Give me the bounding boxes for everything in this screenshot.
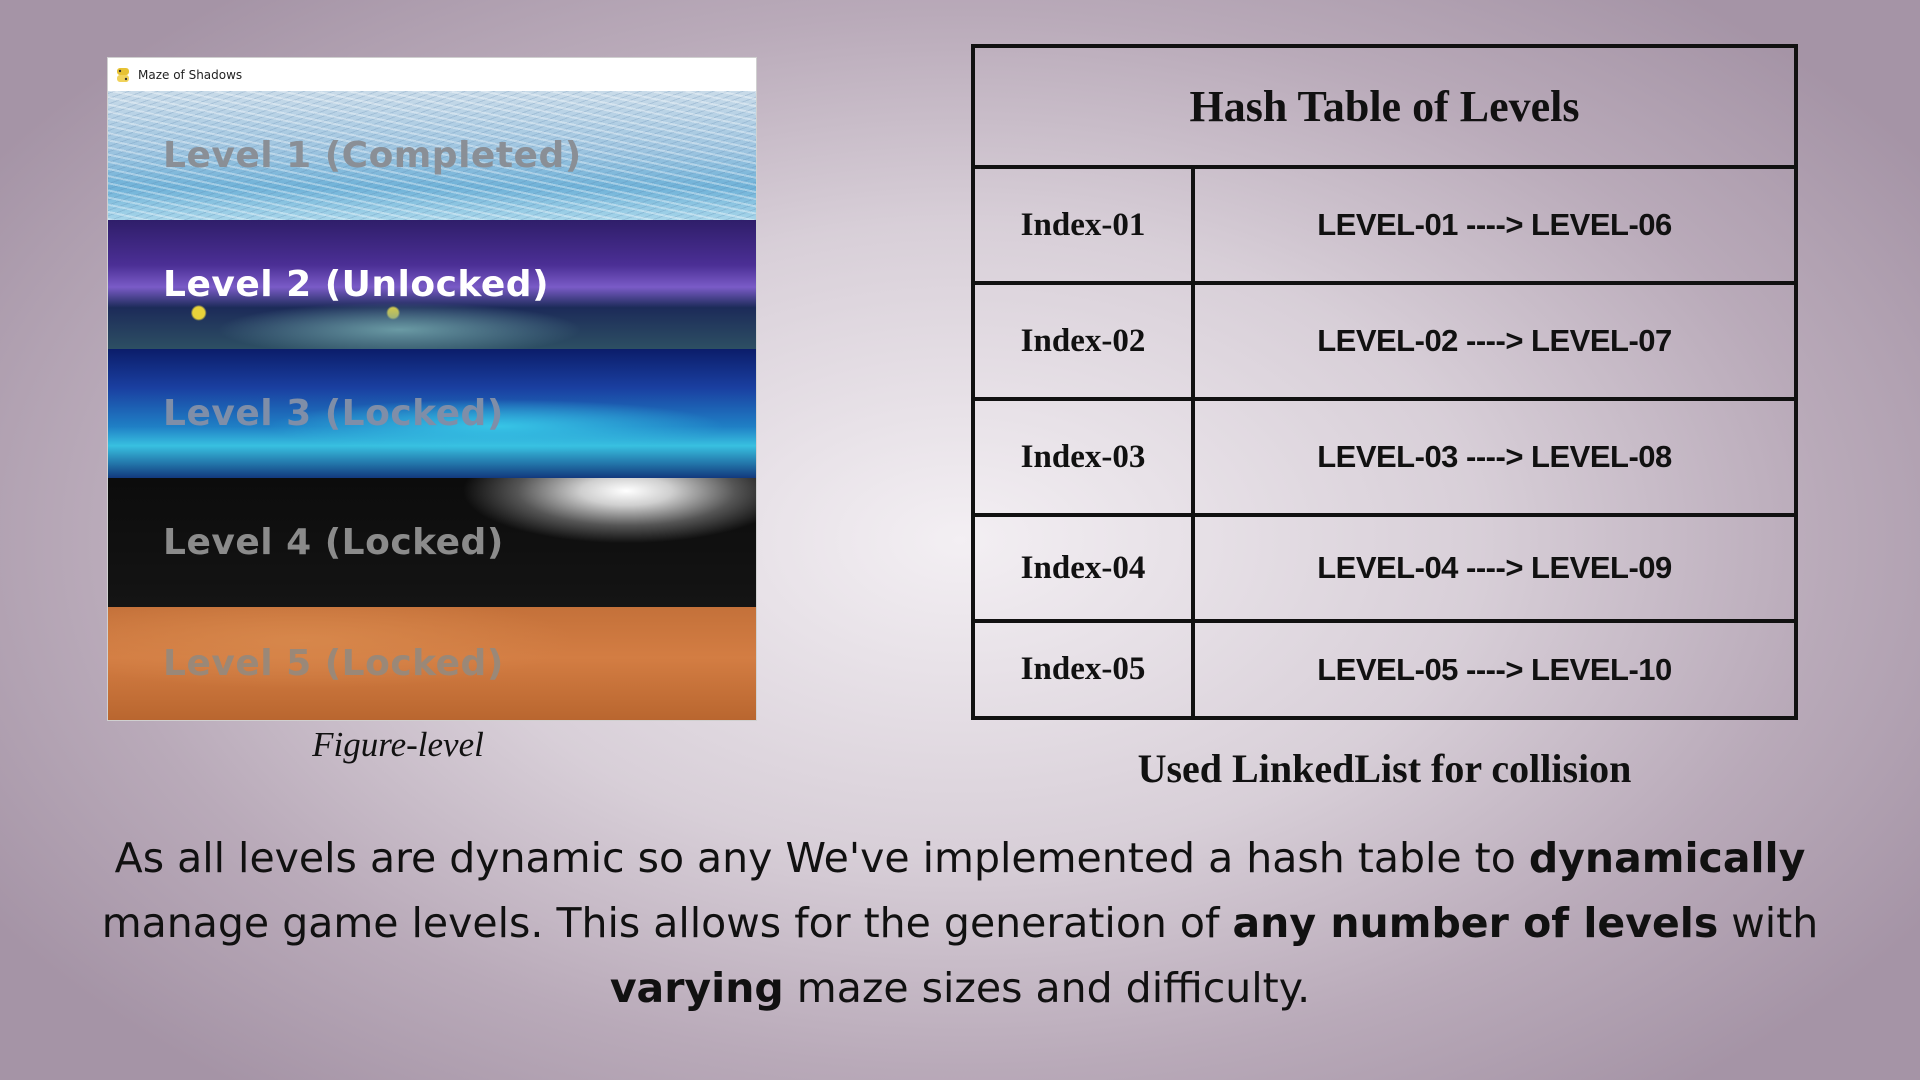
- description-bold-text: any number of levels: [1232, 899, 1719, 947]
- table-row: Index-02 LEVEL-02 ----> LEVEL-07: [975, 285, 1794, 401]
- description-text: maze sizes and difficulty.: [783, 964, 1311, 1012]
- table-row: Index-05 LEVEL-05 ----> LEVEL-10: [975, 623, 1794, 716]
- index-cell: Index-01: [975, 169, 1195, 281]
- index-cell: Index-03: [975, 401, 1195, 513]
- figure-caption: Figure-level: [312, 725, 484, 764]
- python-app-icon: [116, 67, 130, 83]
- index-cell: Index-02: [975, 285, 1195, 397]
- table-row: Index-04 LEVEL-04 ----> LEVEL-09: [975, 517, 1794, 623]
- chain-cell: LEVEL-04 ----> LEVEL-09: [1317, 550, 1672, 585]
- description-text: As all levels are dynamic so any We've i…: [114, 834, 1529, 882]
- description-paragraph: As all levels are dynamic so any We've i…: [40, 826, 1880, 1021]
- description-bold-text: dynamically: [1528, 834, 1806, 882]
- window-titlebar[interactable]: Maze of Shadows: [108, 58, 756, 91]
- table-row: Index-01 LEVEL-01 ----> LEVEL-06: [975, 169, 1794, 285]
- chain-cell: LEVEL-03 ----> LEVEL-08: [1317, 439, 1672, 474]
- level-4-label: Level 4 (Locked): [163, 522, 504, 563]
- game-window: Maze of Shadows Level 1 (Completed) Leve…: [108, 58, 756, 720]
- level-3-button[interactable]: Level 3 (Locked): [108, 349, 756, 478]
- level-5-button[interactable]: Level 5 (Locked): [108, 607, 756, 720]
- level-2-label: Level 2 (Unlocked): [163, 264, 550, 305]
- level-4-button[interactable]: Level 4 (Locked): [108, 478, 756, 607]
- description-text: manage game levels. This allows for the …: [101, 899, 1233, 947]
- description-bold-text: varying: [609, 964, 784, 1012]
- description-text: with: [1718, 899, 1819, 947]
- level-2-button[interactable]: Level 2 (Unlocked): [108, 220, 756, 349]
- chain-cell: LEVEL-02 ----> LEVEL-07: [1317, 323, 1672, 358]
- level-1-label: Level 1 (Completed): [163, 135, 582, 176]
- table-row: Index-03 LEVEL-03 ----> LEVEL-08: [975, 401, 1794, 517]
- window-title: Maze of Shadows: [138, 67, 243, 82]
- hash-table-caption: Used LinkedList for collision: [1137, 746, 1632, 791]
- level-1-button[interactable]: Level 1 (Completed): [108, 91, 756, 220]
- chain-cell: LEVEL-01 ----> LEVEL-06: [1317, 207, 1672, 242]
- index-cell: Index-04: [975, 517, 1195, 619]
- hash-table: Hash Table of Levels Index-01 LEVEL-01 -…: [971, 44, 1798, 720]
- level-3-label: Level 3 (Locked): [163, 393, 504, 434]
- level-5-label: Level 5 (Locked): [163, 643, 504, 684]
- hash-table-title: Hash Table of Levels: [975, 48, 1794, 169]
- index-cell: Index-05: [975, 623, 1195, 716]
- chain-cell: LEVEL-05 ----> LEVEL-10: [1317, 651, 1672, 687]
